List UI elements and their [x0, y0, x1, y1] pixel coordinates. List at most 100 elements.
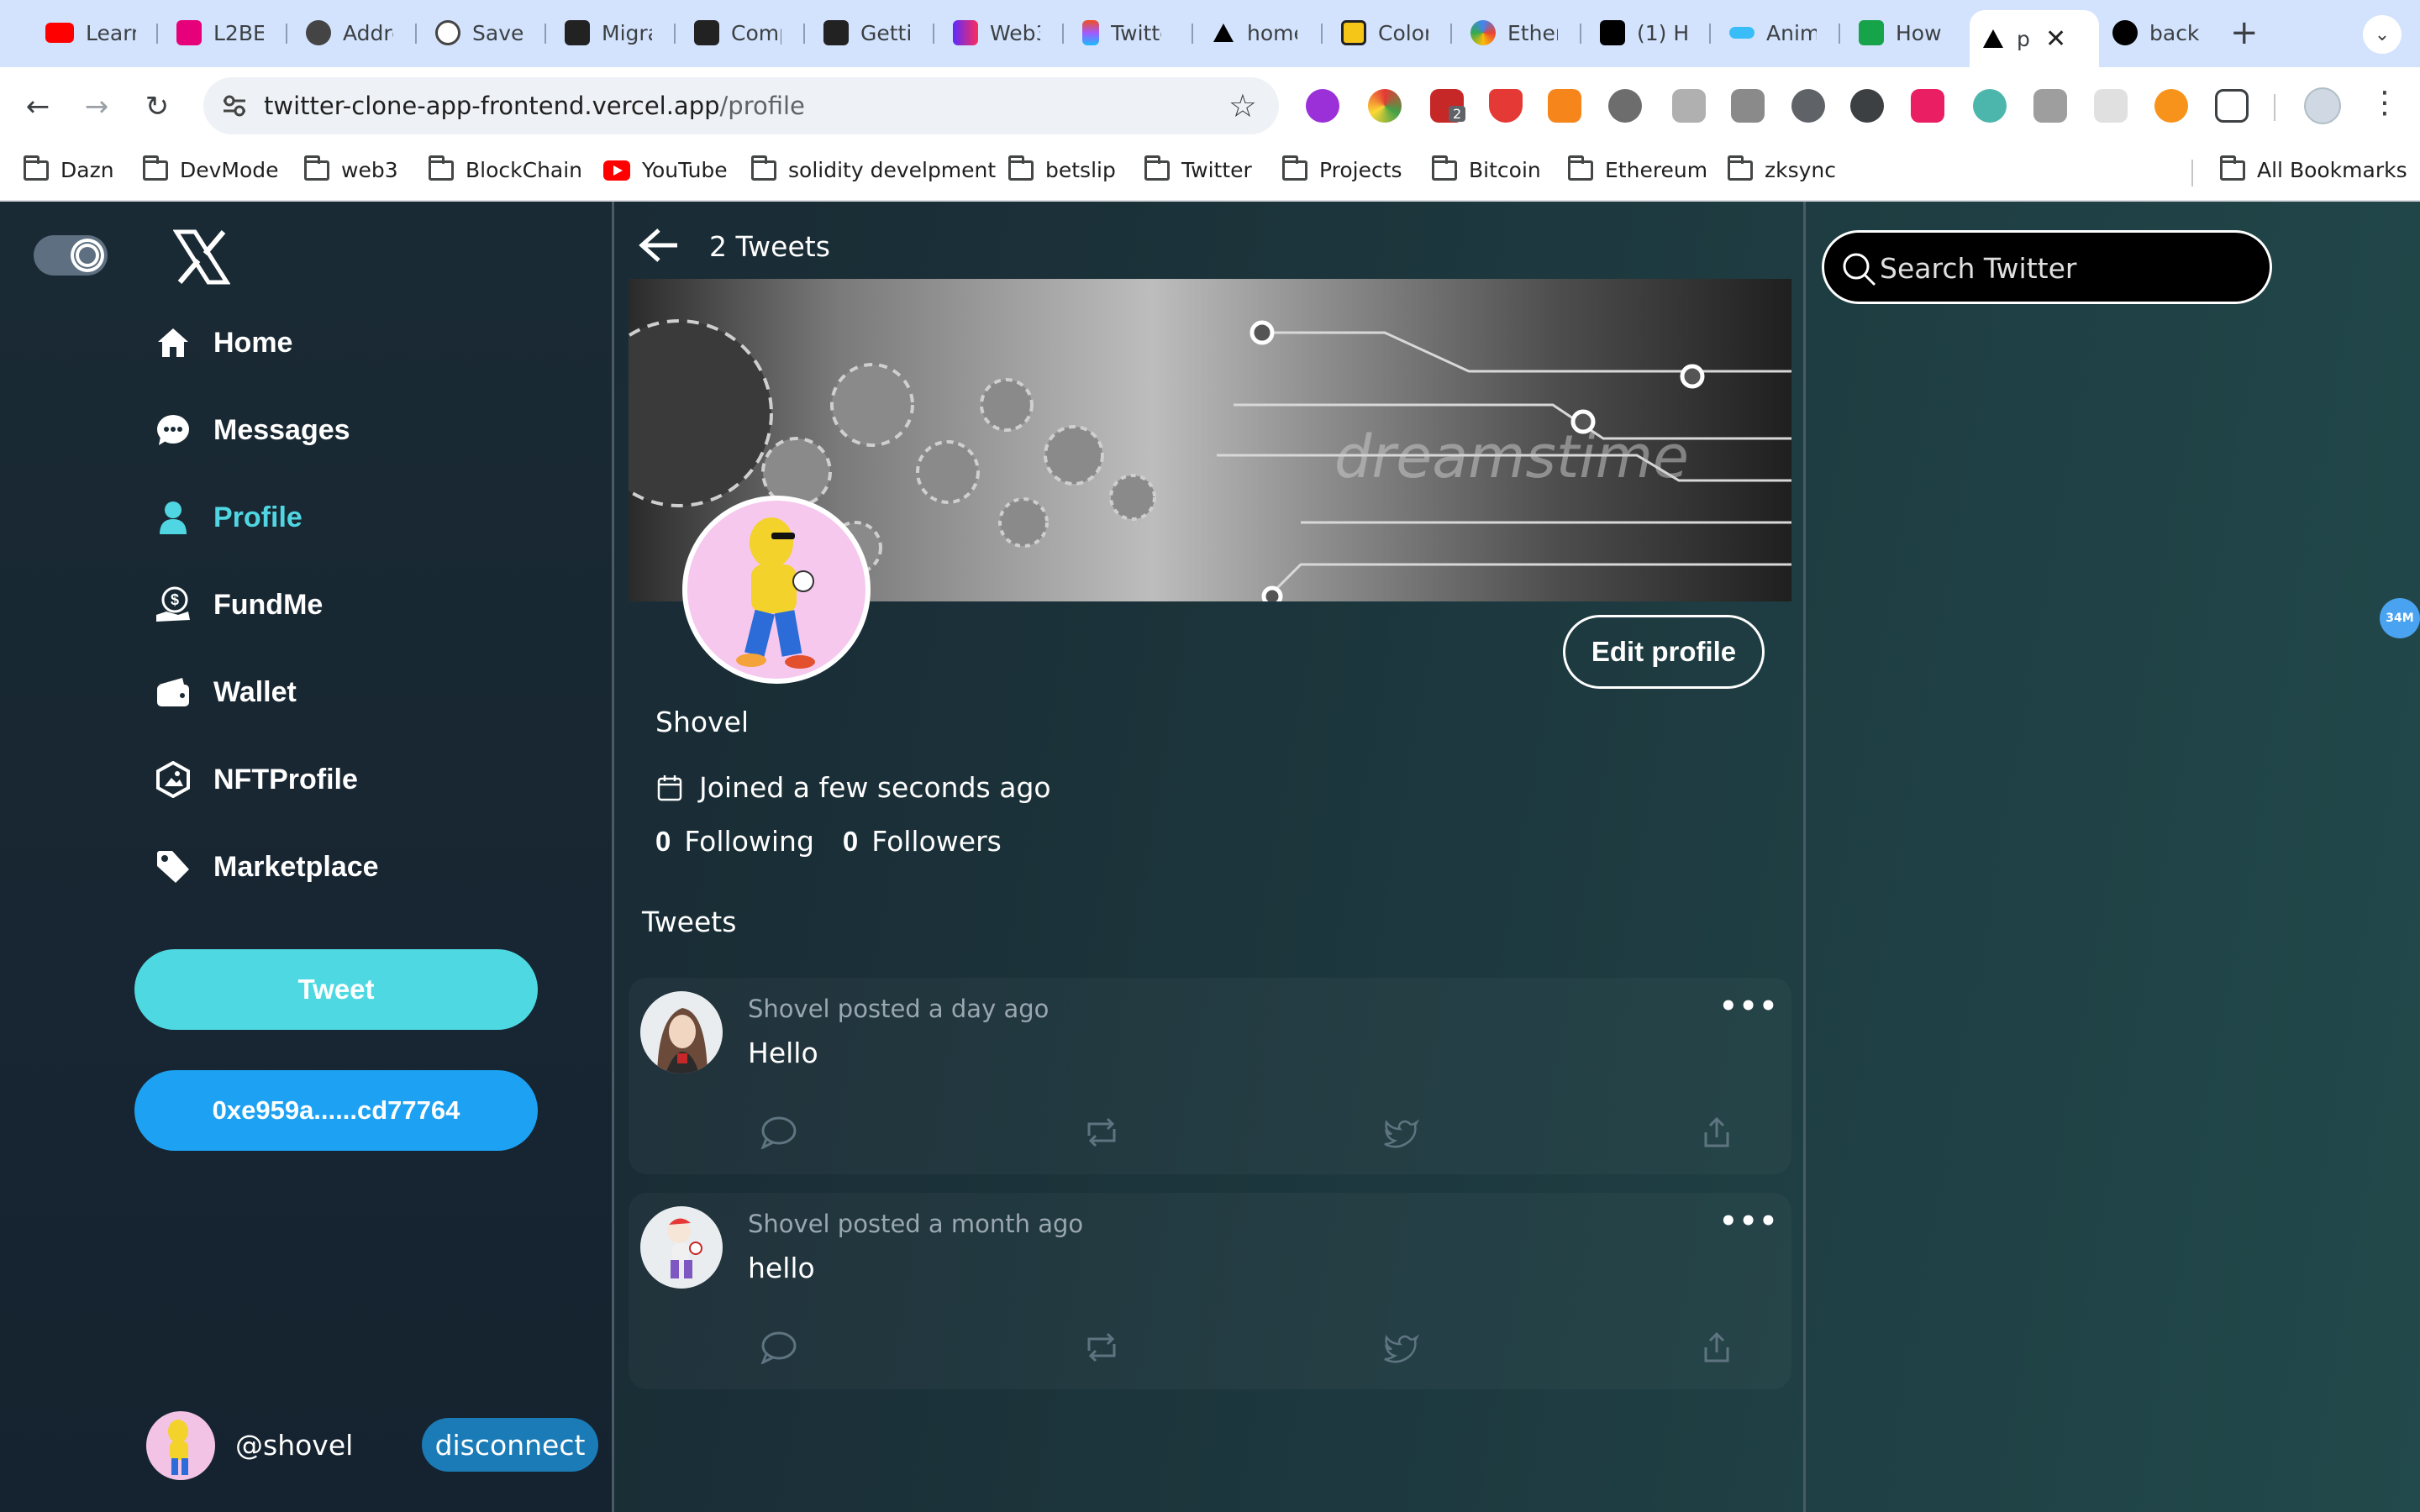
tab-twitter[interactable]: Twitter [1071, 10, 1161, 55]
bookmark-star-icon[interactable]: ☆ [1228, 87, 1257, 124]
tab-ether[interactable]: Ether [1459, 10, 1558, 55]
bookmark-betslip[interactable]: betslip [1008, 155, 1116, 182]
tab-profile-active[interactable]: p ✕ [1970, 10, 2099, 67]
nav-home[interactable]: Home [155, 324, 292, 361]
search-icon [1843, 253, 1876, 286]
edit-profile-button[interactable]: Edit profile [1563, 615, 1765, 689]
bookmark-twitter[interactable]: Twitter [1144, 155, 1252, 182]
nav-fundme[interactable]: $ FundMe [155, 586, 323, 623]
more-options-icon[interactable]: ••• [1719, 1205, 1779, 1238]
all-bookmarks[interactable]: All Bookmarks [2220, 155, 2407, 182]
forward-icon[interactable]: → [76, 86, 118, 128]
new-tab-icon[interactable]: + [2230, 13, 2259, 52]
back-icon[interactable]: ← [17, 86, 59, 128]
bookmark-ethereum[interactable]: Ethereum [1568, 155, 1707, 182]
retweet-icon[interactable] [1082, 1116, 1121, 1149]
more-options-icon[interactable]: ••• [1719, 990, 1779, 1023]
extensions-puzzle-icon[interactable] [2215, 89, 2249, 123]
folder-icon [24, 155, 49, 181]
bookmark-dazn[interactable]: Dazn [24, 155, 114, 182]
figma-icon [1082, 20, 1099, 45]
followers-link[interactable]: 0 Followers [843, 825, 1002, 858]
tweet-avatar[interactable] [640, 1206, 723, 1289]
tab-migrate[interactable]: Migrate [553, 10, 652, 55]
nav-profile[interactable]: Profile [155, 499, 302, 536]
extension-shield-icon[interactable] [1489, 89, 1523, 123]
tab-getting[interactable]: Getting [812, 10, 911, 55]
wallet-address-button[interactable]: 0xe959a......cd77764 [134, 1070, 538, 1151]
extension-play-icon[interactable] [1911, 89, 1944, 123]
tab-l2beat[interactable]: L2BEAT [165, 10, 264, 55]
tab-anim[interactable]: Anim [1718, 10, 1817, 55]
extension-grey-icon[interactable] [2094, 89, 2128, 123]
tab-saved[interactable]: Saved [424, 10, 523, 55]
tab-back[interactable]: back [2101, 10, 2200, 55]
reply-icon[interactable] [760, 1331, 798, 1364]
reload-icon[interactable]: ↻ [136, 86, 178, 128]
extension-ublock-icon[interactable]: 2 [1430, 89, 1466, 123]
url-text: twitter-clone-app-frontend.vercel.app/pr… [264, 92, 805, 120]
tab-color[interactable]: Color [1329, 10, 1428, 55]
close-tab-icon[interactable]: ✕ [2045, 24, 2066, 54]
extension-zoom-icon[interactable] [2033, 89, 2067, 123]
chrome-profile-avatar[interactable] [2304, 87, 2341, 124]
bookmarks-bar: Dazn DevMode web3 BlockChain YouTube sol… [0, 144, 2420, 202]
bird-icon[interactable] [1381, 1116, 1420, 1149]
bookmark-solidity[interactable]: solidity develpment [751, 155, 996, 182]
chrome-menu-icon[interactable]: ⋮ [2370, 86, 2400, 120]
tab-x-home[interactable]: (1) Home [1588, 10, 1687, 55]
tab-home[interactable]: home [1200, 10, 1297, 55]
site-settings-icon[interactable] [220, 92, 249, 119]
disconnect-button[interactable]: disconnect [422, 1418, 598, 1472]
floating-badge[interactable]: 34M [2380, 598, 2420, 638]
tab-web3[interactable]: Web3 [941, 10, 1040, 55]
share-icon[interactable] [1697, 1331, 1736, 1364]
back-arrow-icon[interactable] [639, 227, 681, 264]
extension-pause-icon[interactable] [1672, 89, 1706, 123]
extension-bug-icon[interactable] [1608, 89, 1642, 123]
tab-compile[interactable]: Compile [682, 10, 781, 55]
extension-teal-icon[interactable] [1973, 89, 2007, 123]
tweet-avatar[interactable] [640, 991, 723, 1074]
extension-purple-icon[interactable] [1306, 89, 1339, 123]
bookmark-youtube[interactable]: YouTube [603, 158, 728, 182]
nav-nftprofile[interactable]: NFTProfile [155, 761, 358, 798]
following-link[interactable]: 0 Following [655, 825, 814, 858]
joined-date: Joined a few seconds ago [657, 771, 1051, 804]
bookmark-projects[interactable]: Projects [1282, 155, 1402, 182]
retweet-icon[interactable] [1082, 1331, 1121, 1364]
reply-icon[interactable] [760, 1116, 798, 1149]
extension-sync-icon[interactable] [1791, 89, 1825, 123]
bookmark-devmode[interactable]: DevMode [143, 155, 279, 182]
address-bar[interactable]: twitter-clone-app-frontend.vercel.app/pr… [203, 77, 1279, 134]
avatar[interactable] [146, 1411, 215, 1480]
tab-address[interactable]: Address [294, 10, 393, 55]
profile-avatar[interactable] [682, 496, 871, 684]
share-icon[interactable] [1697, 1116, 1736, 1149]
chat-icon [155, 412, 192, 449]
bookmark-blockchain[interactable]: BlockChain [429, 155, 582, 182]
cloud-icon [1470, 20, 1496, 45]
extension-spider-icon[interactable] [1850, 89, 1884, 123]
search-input[interactable] [1880, 246, 2249, 290]
camera-icon[interactable] [1731, 89, 1765, 123]
tab-learn[interactable]: Learn [34, 10, 136, 55]
metamask-icon[interactable] [1548, 89, 1581, 123]
nav-wallet[interactable]: Wallet [155, 674, 297, 711]
x-logo-icon[interactable] [173, 228, 230, 286]
extension-color-icon[interactable] [1368, 89, 1402, 123]
tweet-meta: Shovel posted a day ago [748, 995, 1050, 1023]
tweet-button[interactable]: Tweet [134, 949, 538, 1030]
nav-messages[interactable]: Messages [155, 412, 350, 449]
tweet-card: Shovel posted a day ago Hello ••• [629, 978, 1791, 1174]
bird-icon[interactable] [1381, 1331, 1420, 1364]
bookmark-zksync[interactable]: zksync [1728, 155, 1836, 182]
theme-toggle[interactable] [34, 235, 108, 276]
folder-icon [1008, 155, 1034, 181]
bookmark-web3[interactable]: web3 [304, 155, 398, 182]
nav-marketplace[interactable]: Marketplace [155, 848, 379, 885]
bookmark-bitcoin[interactable]: Bitcoin [1432, 155, 1541, 182]
tab-how[interactable]: How [1847, 10, 1946, 55]
extension-bitcoin-icon[interactable] [2154, 89, 2188, 123]
tab-search-chevron-icon[interactable]: ⌄ [2363, 15, 2402, 54]
